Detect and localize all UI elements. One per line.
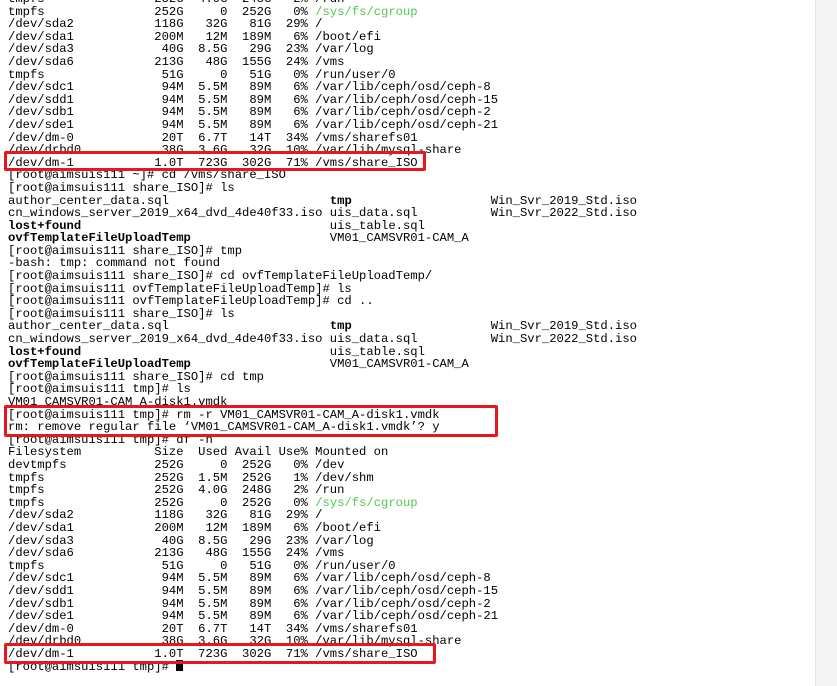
- terminal-text-segment: [root@aimsuis111 tmp]#: [8, 660, 177, 675]
- terminal-line: /dev/dm-1 1.0T 723G 302G 71% /vms/share_…: [8, 648, 637, 661]
- block-cursor-icon: [176, 660, 184, 672]
- terminal-text-segment: /sys/fs/cgroup: [315, 495, 418, 510]
- terminal-line: [root@aimsuis111 tmp]#: [8, 660, 637, 675]
- terminal-window[interactable]: tmpfs 252G 4.0G 248G 2% /runtmpfs 252G 0…: [0, 0, 816, 686]
- terminal-scrollbar[interactable]: [815, 0, 837, 686]
- terminal-text-segment: /sys/fs/cgroup: [315, 4, 418, 19]
- terminal-output: tmpfs 252G 4.0G 248G 2% /runtmpfs 252G 0…: [8, 0, 637, 675]
- terminal-text-segment: /dev/dm-1 1.0T 723G 302G 71% /vms/share_…: [8, 646, 418, 661]
